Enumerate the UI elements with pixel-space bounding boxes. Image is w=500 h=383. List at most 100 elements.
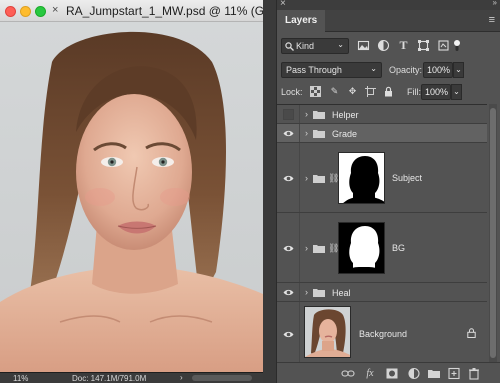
layer-mask-thumbnail[interactable] bbox=[338, 152, 385, 204]
panel-header-strip: × » bbox=[277, 0, 500, 10]
lock-image-pixels-icon[interactable]: ✎ bbox=[329, 86, 340, 97]
adjustment-filter-icon[interactable] bbox=[377, 39, 390, 52]
column-divider bbox=[299, 124, 300, 142]
portrait-image bbox=[0, 31, 263, 372]
layer-row-background[interactable]: Background bbox=[277, 302, 487, 363]
folder-icon bbox=[313, 130, 325, 138]
new-group-icon[interactable] bbox=[427, 367, 441, 380]
chevron-right-icon[interactable]: › bbox=[305, 109, 308, 119]
image-filter-icon[interactable] bbox=[357, 39, 370, 52]
layer-row-helper[interactable]: › Helper bbox=[277, 105, 487, 124]
eye-icon[interactable] bbox=[283, 287, 294, 298]
chevron-right-icon[interactable]: › bbox=[305, 128, 308, 138]
column-divider bbox=[299, 105, 300, 123]
layer-style-icon[interactable]: fx bbox=[363, 367, 377, 380]
layer-mask-thumbnail[interactable] bbox=[338, 222, 385, 274]
panel-tab-bar: Layers ≡ bbox=[277, 10, 500, 32]
status-bar: 11% Doc: 147.1M/791.0M › bbox=[0, 372, 263, 383]
column-divider bbox=[299, 143, 300, 212]
column-divider bbox=[299, 213, 300, 282]
layer-name: Helper bbox=[332, 110, 359, 120]
collapse-icon[interactable]: » bbox=[493, 0, 497, 7]
fill-input[interactable]: 100% bbox=[421, 84, 451, 100]
folder-icon bbox=[313, 245, 325, 253]
layer-name: Subject bbox=[392, 173, 423, 183]
layer-name: Background bbox=[359, 329, 408, 339]
layers-scrollbar[interactable] bbox=[489, 104, 497, 362]
document-window: × RA_Jumpstart_1_MW.psd @ 11% (Grad... bbox=[0, 0, 263, 383]
folder-icon bbox=[313, 111, 325, 119]
horizontal-scrollbar[interactable] bbox=[192, 375, 252, 381]
link-layers-icon[interactable] bbox=[341, 367, 355, 380]
panel-dock-gutter bbox=[263, 0, 276, 383]
eye-icon[interactable] bbox=[283, 173, 294, 184]
chevron-right-icon[interactable]: › bbox=[305, 173, 308, 183]
layer-name: BG bbox=[392, 243, 406, 253]
lock-artboard-icon[interactable] bbox=[365, 86, 376, 97]
document-title: RA_Jumpstart_1_MW.psd @ 11% (Grad... bbox=[66, 4, 263, 18]
close-icon[interactable]: × bbox=[52, 4, 58, 16]
chevron-right-icon[interactable]: › bbox=[305, 287, 308, 297]
window-minimize-button[interactable] bbox=[20, 6, 31, 17]
delete-layer-icon[interactable] bbox=[467, 367, 481, 380]
fill-label: Fill: bbox=[407, 87, 421, 97]
lock-position-icon[interactable]: ✥ bbox=[347, 86, 358, 97]
opacity-dropdown[interactable]: ⌄ bbox=[453, 62, 464, 78]
zoom-level[interactable]: 11% bbox=[13, 374, 28, 383]
status-menu-arrow[interactable]: › bbox=[180, 373, 183, 382]
window-maximize-button[interactable] bbox=[35, 6, 46, 17]
new-layer-icon[interactable] bbox=[447, 367, 461, 380]
column-divider bbox=[299, 283, 300, 301]
scrollbar-thumb[interactable] bbox=[490, 108, 496, 358]
opacity-label: Opacity: bbox=[389, 65, 423, 75]
folder-icon bbox=[313, 289, 325, 297]
document-title-bar[interactable]: × RA_Jumpstart_1_MW.psd @ 11% (Grad... bbox=[0, 0, 263, 22]
layer-row-subject[interactable]: › ⛓ Subject bbox=[277, 143, 487, 213]
filter-kind-select[interactable]: Kind ⌄ bbox=[281, 38, 349, 54]
layer-filter-row: Kind ⌄ T bbox=[281, 37, 497, 55]
chevron-down-icon: ⌄ bbox=[370, 64, 377, 73]
chevron-down-icon: ⌄ bbox=[337, 40, 344, 49]
folder-icon bbox=[313, 175, 325, 183]
layers-list: › Helper › Grade › ⛓ Subject › ⛓ BG › He… bbox=[277, 104, 487, 363]
window-close-button[interactable] bbox=[5, 6, 16, 17]
image-canvas[interactable] bbox=[0, 22, 263, 372]
adjustment-layer-icon[interactable] bbox=[407, 367, 421, 380]
fill-dropdown[interactable]: ⌄ bbox=[451, 84, 462, 100]
filter-kind-label: Kind bbox=[296, 41, 315, 51]
close-icon[interactable]: × bbox=[280, 0, 286, 9]
filter-toggle-switch[interactable] bbox=[453, 40, 461, 52]
lock-icon[interactable] bbox=[467, 328, 476, 338]
lock-fill-row: Lock: ✎ ✥ Fill: 100% ⌄ bbox=[281, 84, 497, 100]
eye-icon[interactable] bbox=[283, 243, 294, 254]
blend-opacity-row: Pass Through ⌄ Opacity: 100% ⌄ bbox=[281, 62, 497, 78]
type-filter-icon[interactable]: T bbox=[397, 39, 410, 52]
lock-label: Lock: bbox=[281, 87, 303, 97]
shape-filter-icon[interactable] bbox=[417, 39, 430, 52]
eye-icon[interactable] bbox=[283, 128, 294, 139]
subject-mask-image bbox=[339, 153, 384, 203]
lock-all-icon[interactable] bbox=[383, 86, 394, 97]
layers-footer-toolbar: fx bbox=[277, 362, 500, 383]
document-size-info: Doc: 147.1M/791.0M bbox=[72, 374, 147, 383]
layer-name: Grade bbox=[332, 129, 358, 139]
lock-transparent-pixels-icon[interactable] bbox=[310, 86, 321, 97]
tab-layers[interactable]: Layers bbox=[277, 10, 326, 32]
layers-panel: × » Layers ≡ Kind ⌄ T Pass Through ⌄ Opa… bbox=[276, 0, 500, 383]
panel-menu-icon[interactable]: ≡ bbox=[489, 14, 495, 26]
search-icon bbox=[285, 42, 294, 51]
layer-row-bg[interactable]: › ⛓ BG bbox=[277, 213, 487, 283]
opacity-input[interactable]: 100% bbox=[423, 62, 453, 78]
smart-object-filter-icon[interactable] bbox=[437, 39, 450, 52]
background-thumbnail-image bbox=[305, 307, 350, 357]
layer-row-grade[interactable]: › Grade bbox=[277, 124, 487, 143]
chevron-right-icon[interactable]: › bbox=[305, 243, 308, 253]
add-mask-icon[interactable] bbox=[385, 367, 399, 380]
blend-mode-value: Pass Through bbox=[286, 65, 342, 75]
layer-thumbnail[interactable] bbox=[304, 306, 351, 358]
blend-mode-select[interactable]: Pass Through ⌄ bbox=[281, 62, 382, 78]
visibility-toggle-empty[interactable] bbox=[283, 109, 294, 120]
bg-mask-image bbox=[339, 223, 384, 273]
eye-icon[interactable] bbox=[283, 329, 294, 340]
layer-row-heal[interactable]: › Heal bbox=[277, 283, 487, 302]
